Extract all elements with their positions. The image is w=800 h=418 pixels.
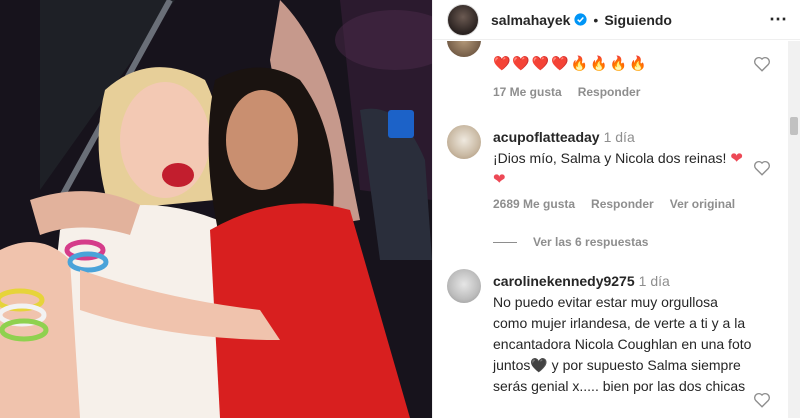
comment-item: ❤️❤️❤️❤️🔥🔥🔥🔥 17 Me gusta Responder <box>447 41 789 107</box>
comment-item: acupoflatteaday 1 día ¡Dios mío, Salma y … <box>447 125 789 255</box>
post-header: salmahayek • Siguiendo ⋯ <box>433 0 800 40</box>
comment-time[interactable]: 1 día <box>604 129 635 145</box>
comment-meta: 2689 Me gusta Responder Ver original <box>493 197 735 211</box>
comments-panel: salmahayek • Siguiendo ⋯ ❤️❤️❤️❤️🔥🔥🔥🔥 17… <box>432 0 800 418</box>
scrollbar-thumb[interactable] <box>790 117 798 135</box>
comment-emoji-row: ❤️❤️❤️❤️🔥🔥🔥🔥 <box>493 55 649 71</box>
like-count[interactable]: 17 Me gusta <box>493 85 562 99</box>
see-original-button[interactable]: Ver original <box>670 197 735 211</box>
view-replies-button[interactable]: Ver las 6 respuestas <box>493 235 648 249</box>
like-count[interactable]: 2689 Me gusta <box>493 197 575 211</box>
commenter-avatar[interactable] <box>447 125 481 159</box>
following-button[interactable]: Siguiendo <box>604 12 672 28</box>
comment-username[interactable]: carolinekennedy9275 <box>493 273 635 289</box>
view-replies-label[interactable]: Ver las 6 respuestas <box>533 235 648 249</box>
replies-divider <box>493 241 517 243</box>
comment-meta: 17 Me gusta Responder <box>493 85 640 99</box>
comment-list: ❤️❤️❤️❤️🔥🔥🔥🔥 17 Me gusta Responder acupo… <box>433 41 789 418</box>
like-heart-icon[interactable] <box>753 55 771 73</box>
separator-dot: • <box>593 11 599 28</box>
commenter-avatar[interactable] <box>447 269 481 303</box>
comment-item: carolinekennedy9275 1 día No puedo evitar… <box>447 267 789 418</box>
author-username[interactable]: salmahayek <box>491 12 570 28</box>
comment-content: ¡Dios mío, Salma y Nicola dos reinas! <box>493 150 727 166</box>
comments-scrollbar[interactable] <box>788 41 800 418</box>
post-photo <box>0 0 432 418</box>
commenter-avatar[interactable] <box>447 41 481 57</box>
more-options-icon[interactable]: ⋯ <box>769 9 788 30</box>
comment-content: No puedo evitar estar muy orgullosa como… <box>493 294 752 394</box>
reply-button[interactable]: Responder <box>591 197 654 211</box>
reply-button[interactable]: Responder <box>578 85 641 99</box>
comment-time[interactable]: 1 día <box>639 273 670 289</box>
post-photo-image <box>0 0 432 418</box>
comment-username[interactable]: acupoflatteaday <box>493 129 600 145</box>
comment-text: acupoflatteaday 1 día ¡Dios mío, Salma y … <box>493 127 753 190</box>
verified-icon <box>574 13 587 26</box>
like-heart-icon[interactable] <box>753 159 771 177</box>
like-heart-icon[interactable] <box>753 391 771 409</box>
comment-text: carolinekennedy9275 1 día No puedo evitar… <box>493 271 753 397</box>
author-avatar[interactable] <box>447 3 479 36</box>
